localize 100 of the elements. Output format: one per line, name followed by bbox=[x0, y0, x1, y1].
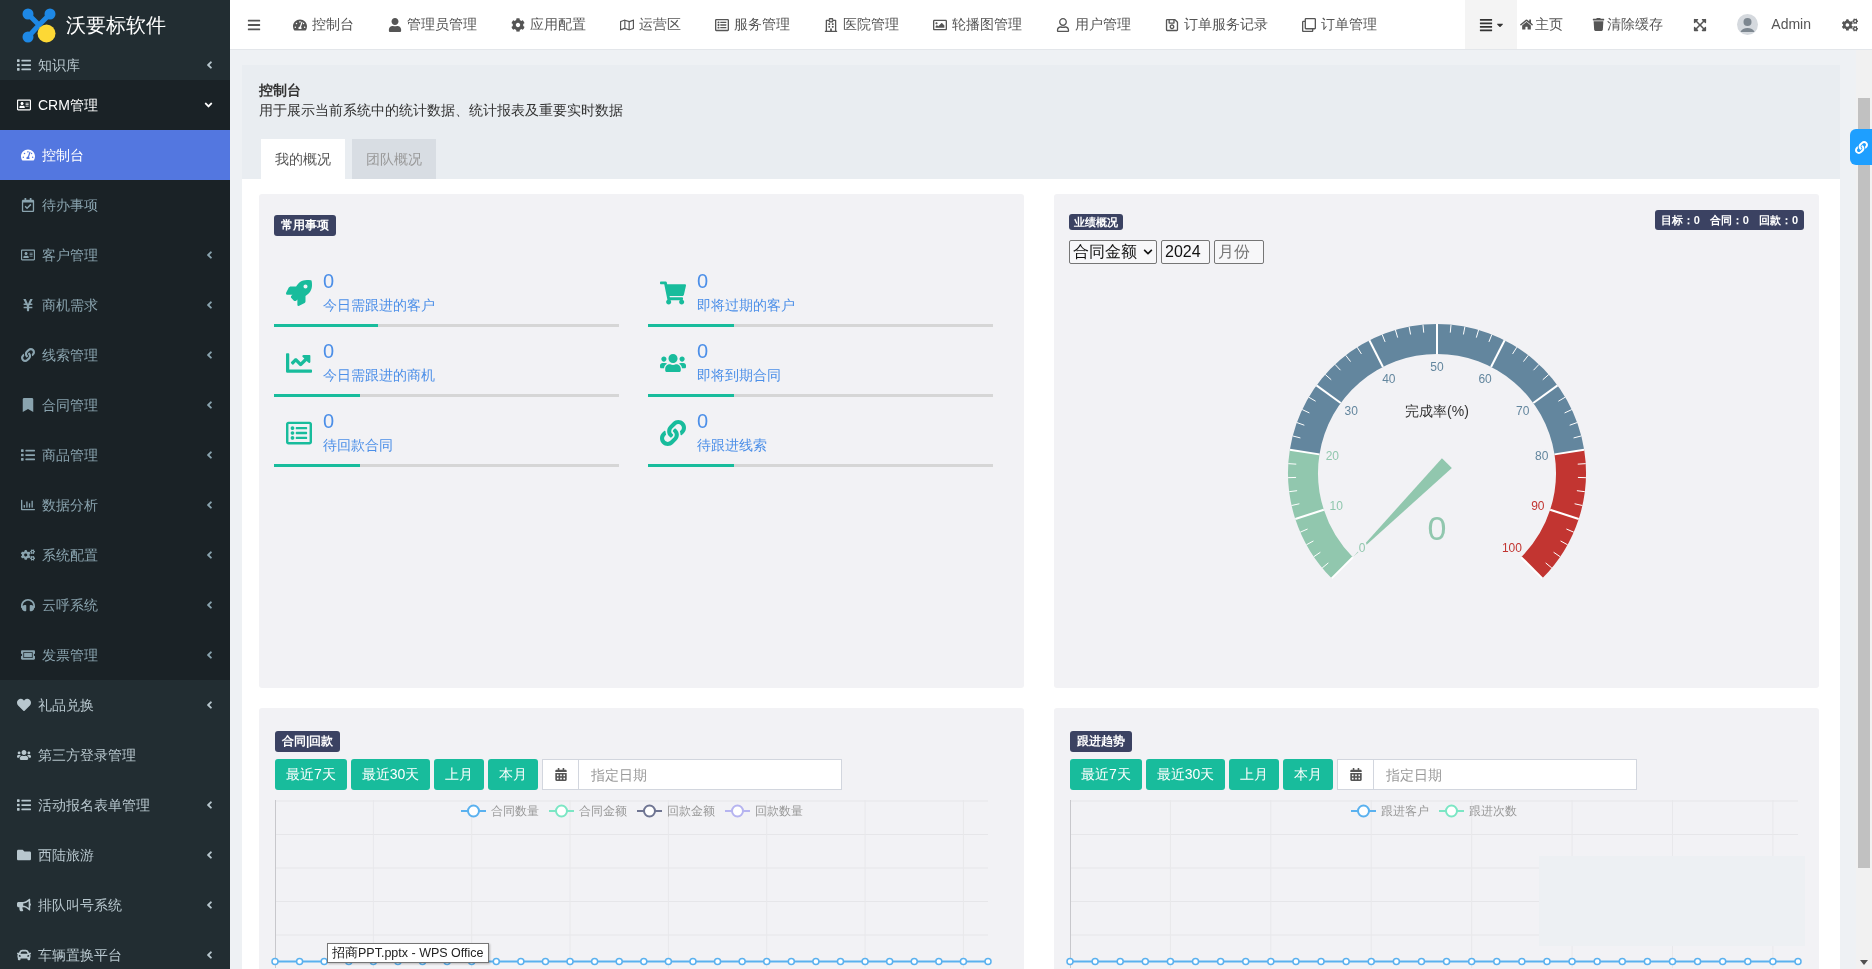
nav-link[interactable]: 管理员管理 bbox=[371, 0, 494, 49]
users-icon bbox=[17, 748, 31, 762]
sidebar-item[interactable]: 商机需求 bbox=[0, 280, 230, 330]
stat-count: 0 bbox=[697, 340, 710, 362]
sidebar-item[interactable]: 控制台 bbox=[0, 130, 230, 180]
section-badge: 常用事项 bbox=[274, 215, 336, 236]
nav-link[interactable]: 轮播图管理 bbox=[916, 0, 1039, 49]
trash-icon bbox=[1592, 18, 1606, 31]
nav-link[interactable]: 服务管理 bbox=[698, 0, 807, 49]
rocket-icon bbox=[285, 279, 312, 306]
stat-count: 0 bbox=[323, 340, 336, 362]
nav-link[interactable]: 控制台 bbox=[276, 0, 371, 49]
sidebar-item[interactable]: 排队叫号系统 bbox=[0, 880, 230, 930]
sidebar-item[interactable]: 商品管理 bbox=[0, 430, 230, 480]
month-input[interactable]: 月份 bbox=[1214, 240, 1264, 264]
list-icon bbox=[17, 798, 31, 812]
stat-count: 0 bbox=[323, 410, 336, 432]
sidebar-item[interactable]: 待办事项 bbox=[0, 180, 230, 230]
ticket-icon bbox=[21, 648, 35, 662]
floating-link-button[interactable] bbox=[1850, 129, 1872, 165]
scale-label: 40 bbox=[1381, 371, 1396, 386]
nav-link[interactable]: 运营区 bbox=[603, 0, 698, 49]
gauge-icon bbox=[21, 148, 35, 162]
sidebar-item[interactable]: 西陆旅游 bbox=[0, 830, 230, 880]
car-icon bbox=[17, 948, 31, 962]
nav-link[interactable]: 订单管理 bbox=[1285, 0, 1394, 49]
nav-link[interactable]: 主页 bbox=[1517, 0, 1579, 49]
list-icon bbox=[285, 419, 312, 446]
sidebar-item[interactable]: 线索管理 bbox=[0, 330, 230, 380]
date-input[interactable]: 指定日期 bbox=[579, 759, 843, 790]
sidebar-item[interactable]: 活动报名表单管理 bbox=[0, 780, 230, 830]
scale-label: 90 bbox=[1530, 498, 1544, 513]
scale-label: 20 bbox=[1325, 449, 1339, 464]
sidebar-item[interactable]: 合同管理 bbox=[0, 380, 230, 430]
nav-link[interactable]: 清除缓存 bbox=[1578, 0, 1679, 49]
sidebar-item[interactable]: 礼品兑换 bbox=[0, 680, 230, 730]
user-icon bbox=[1056, 17, 1070, 32]
taskbar-tooltip: 招商PPT.pptx - WPS Office bbox=[327, 943, 489, 963]
sidebar-item[interactable]: 第三方登录管理 bbox=[0, 730, 230, 780]
list-icon bbox=[21, 448, 35, 462]
logo-text: 沃要标软件 bbox=[66, 13, 166, 37]
image-icon bbox=[933, 17, 947, 32]
chevron-down-icon bbox=[1143, 247, 1153, 257]
calendar-icon bbox=[554, 768, 567, 781]
menu-icon bbox=[247, 17, 261, 32]
nav-link[interactable]: 订单服务记录 bbox=[1148, 0, 1285, 49]
scroll-down-icon[interactable] bbox=[1860, 960, 1868, 965]
bar-chart-icon bbox=[21, 498, 35, 512]
page-title: 控制台 bbox=[259, 81, 302, 100]
link-icon bbox=[659, 419, 686, 446]
sidebar-item[interactable]: 系统配置 bbox=[0, 530, 230, 580]
date-input[interactable]: 指定日期 bbox=[1374, 759, 1638, 790]
user-icon bbox=[388, 17, 402, 32]
amount-type-select[interactable]: 合同金额 bbox=[1069, 240, 1157, 264]
scale-label: 50 bbox=[1429, 360, 1444, 374]
sidebar-item[interactable]: 车辆置换平台 bbox=[0, 930, 230, 969]
scale-label: 80 bbox=[1534, 449, 1548, 464]
nav-link[interactable]: 用户管理 bbox=[1039, 0, 1148, 49]
list-icon bbox=[715, 17, 729, 32]
id-card-icon bbox=[21, 248, 35, 262]
bookmark-icon bbox=[21, 398, 35, 412]
sidebar-item[interactable]: 数据分析 bbox=[0, 480, 230, 530]
total-stat: 目标：0 bbox=[1660, 212, 1700, 228]
scrollbar-thumb[interactable] bbox=[1858, 98, 1870, 868]
section-badge: 业绩概况 bbox=[1069, 214, 1123, 230]
expand-icon bbox=[1693, 17, 1708, 32]
sidebar-item[interactable]: 云呼系统 bbox=[0, 580, 230, 630]
scale-label: 100 bbox=[1501, 540, 1522, 555]
section-badge: 合同|回款 bbox=[275, 731, 341, 752]
calendar-check-icon bbox=[21, 198, 35, 212]
sidebar-item[interactable]: 知识库 bbox=[0, 50, 230, 80]
total-stat: 回款：0 bbox=[1758, 212, 1798, 228]
user-menu[interactable]: Admin bbox=[1722, 0, 1826, 49]
gauge-title: 完成率(%) bbox=[1404, 403, 1469, 419]
year-input[interactable]: 2024 bbox=[1161, 240, 1210, 264]
stat-count: 0 bbox=[697, 410, 710, 432]
scale-label: 60 bbox=[1477, 371, 1492, 386]
folder-icon bbox=[17, 848, 31, 862]
logo-icon bbox=[22, 7, 56, 43]
list-icon bbox=[17, 58, 31, 72]
tab[interactable]: 我的概况 bbox=[261, 139, 345, 179]
cart-icon bbox=[659, 279, 686, 306]
yen-icon bbox=[21, 298, 35, 312]
sidebar-item[interactable]: CRM管理 bbox=[0, 80, 230, 130]
gauge-icon bbox=[293, 17, 307, 32]
headphones-icon bbox=[21, 598, 35, 612]
link-icon bbox=[21, 348, 35, 362]
heart-icon bbox=[17, 698, 31, 712]
nav-link[interactable]: 应用配置 bbox=[494, 0, 603, 49]
stat-count: 0 bbox=[697, 270, 710, 292]
link-icon bbox=[1854, 140, 1868, 154]
hospital-icon bbox=[824, 17, 838, 32]
sidebar-item[interactable]: 发票管理 bbox=[0, 630, 230, 680]
menu-dropdown-button[interactable] bbox=[1465, 0, 1518, 49]
gear-icon bbox=[511, 17, 525, 32]
copy-icon bbox=[1302, 17, 1316, 32]
sidebar-item[interactable]: 客户管理 bbox=[0, 230, 230, 280]
nav-link[interactable]: 医院管理 bbox=[807, 0, 916, 49]
section-badge: 跟进趋势 bbox=[1070, 731, 1132, 752]
id-card-icon bbox=[17, 98, 31, 112]
